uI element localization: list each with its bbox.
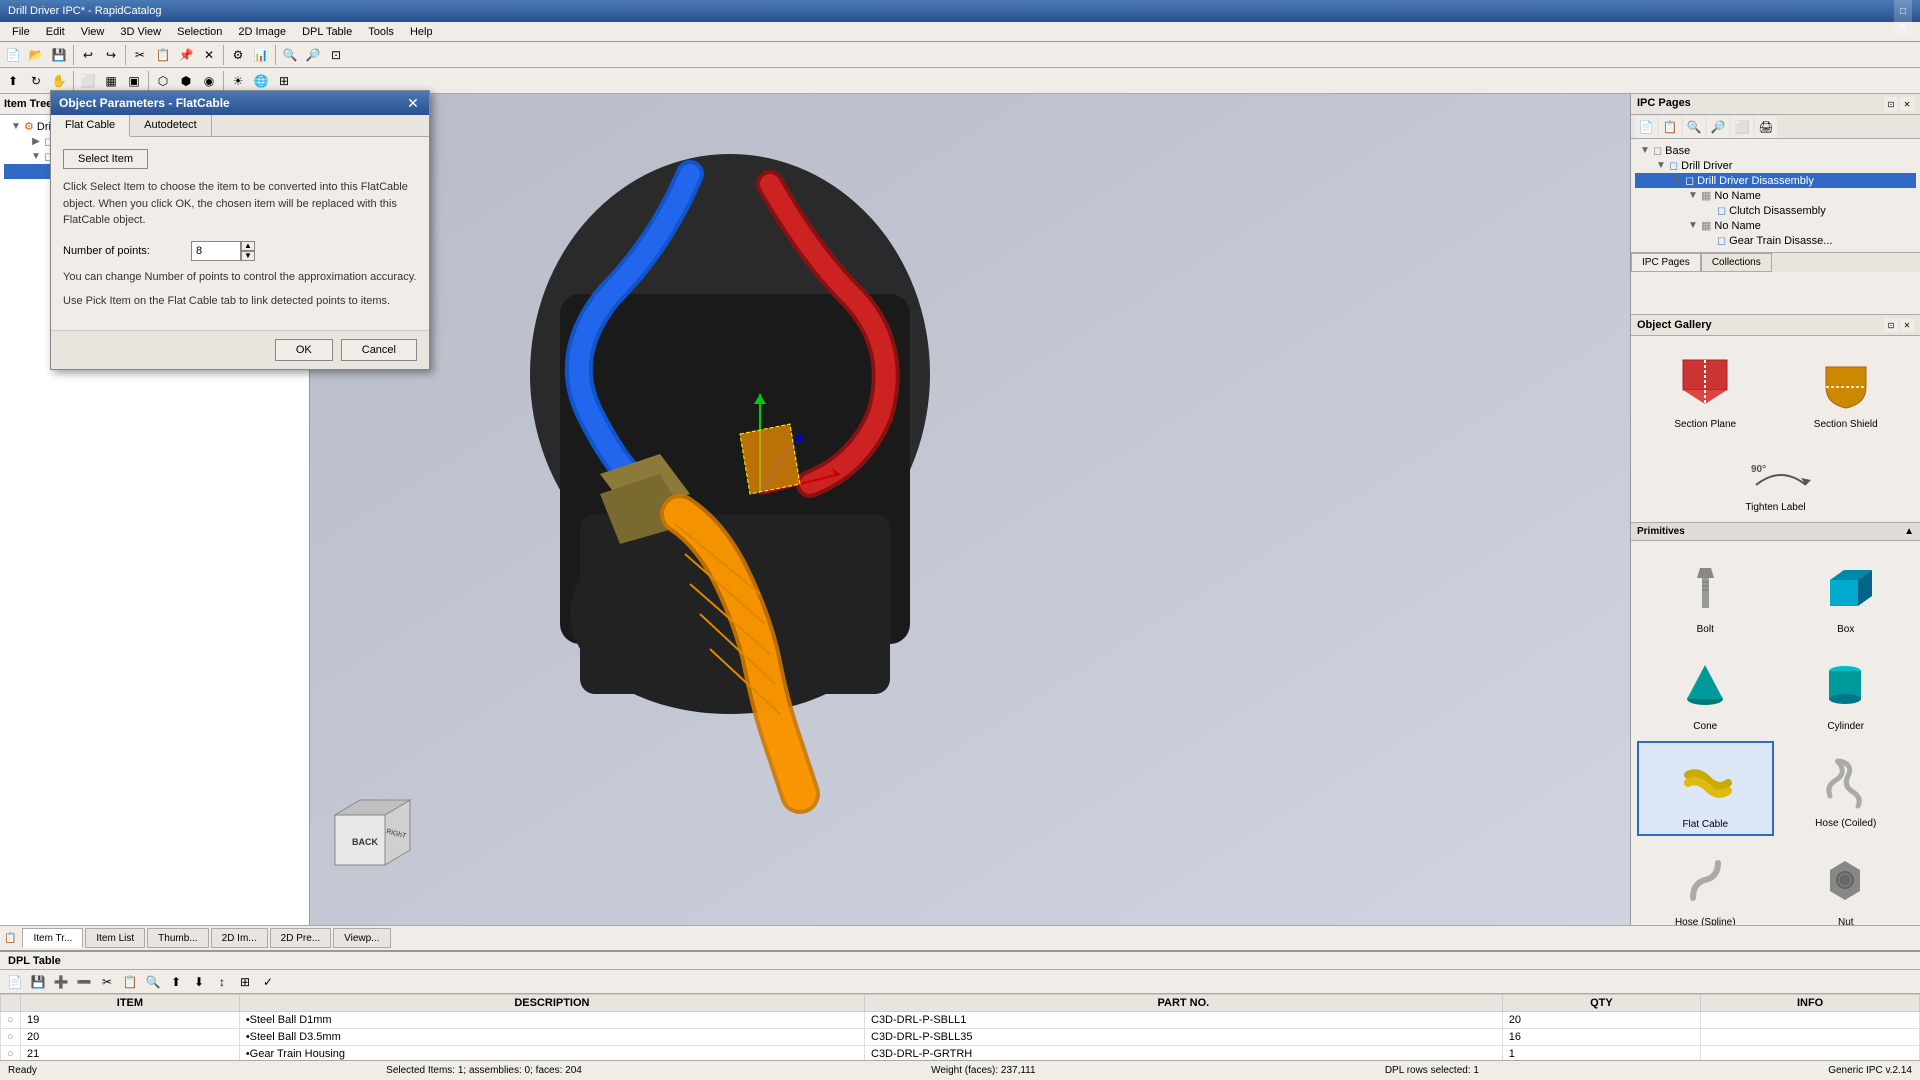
dialog-overlay: Object Parameters - FlatCable ✕ Flat Cab…: [0, 0, 1920, 1080]
tab-autodetect[interactable]: Autodetect: [130, 115, 212, 136]
dialog-footer: OK Cancel: [51, 330, 429, 369]
dialog-close-button[interactable]: ✕: [405, 95, 421, 111]
num-points-spinner: ▲ ▼: [191, 241, 255, 261]
tab-flat-cable[interactable]: Flat Cable: [51, 115, 130, 137]
spinner-buttons: ▲ ▼: [241, 241, 255, 261]
dialog-description: Click Select Item to choose the item to …: [63, 179, 417, 229]
dialog-title-text: Object Parameters - FlatCable: [59, 96, 230, 110]
hint-text-2: Use Pick Item on the Flat Cable tab to l…: [63, 293, 417, 310]
spinner-down[interactable]: ▼: [241, 251, 255, 261]
flatcable-dialog: Object Parameters - FlatCable ✕ Flat Cab…: [50, 90, 430, 370]
num-points-input[interactable]: [191, 241, 241, 261]
tab-flat-cable-label: Flat Cable: [65, 119, 115, 131]
num-points-label: Number of points:: [63, 245, 183, 257]
select-item-button[interactable]: Select Item: [63, 149, 148, 169]
dialog-title-bar: Object Parameters - FlatCable ✕: [51, 91, 429, 115]
ok-button[interactable]: OK: [275, 339, 333, 361]
cancel-button[interactable]: Cancel: [341, 339, 417, 361]
hint-text-1: You can change Number of points to contr…: [63, 269, 417, 286]
spinner-up[interactable]: ▲: [241, 241, 255, 251]
num-points-row: Number of points: ▲ ▼: [63, 241, 417, 261]
dialog-tabs: Flat Cable Autodetect: [51, 115, 429, 137]
tab-autodetect-label: Autodetect: [144, 119, 197, 131]
dialog-body: Select Item Click Select Item to choose …: [51, 137, 429, 330]
